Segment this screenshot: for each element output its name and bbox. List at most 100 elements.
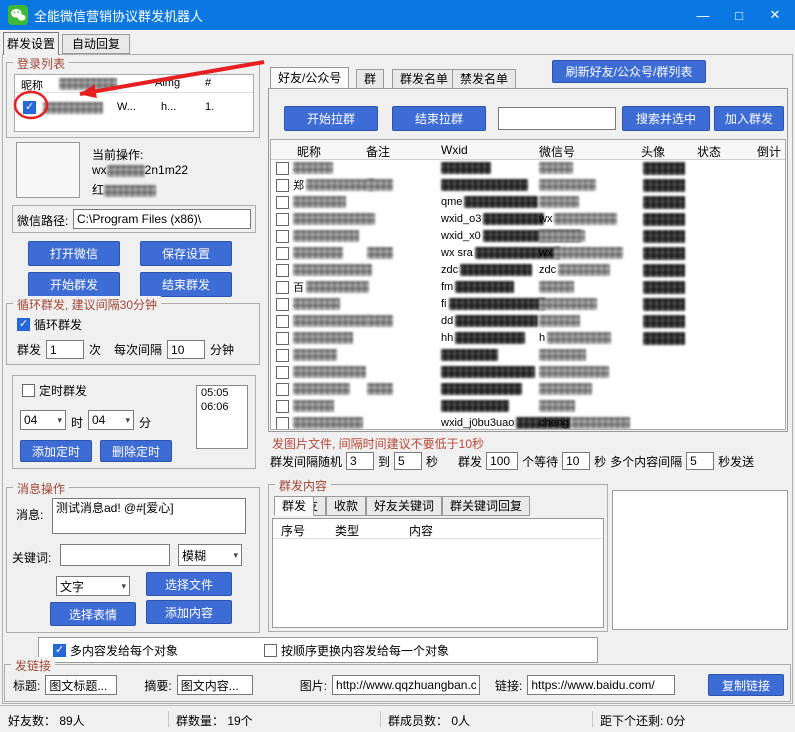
timer-send-checkbox-row[interactable]: 定时群发 — [22, 382, 87, 399]
minimize-button[interactable]: — — [685, 0, 721, 30]
join-send-button[interactable]: 加入群发 — [714, 106, 784, 131]
friend-row-checkbox[interactable] — [276, 162, 289, 175]
friend-row-checkbox[interactable] — [276, 213, 289, 226]
friend-table-row[interactable] — [271, 381, 785, 398]
friend-table-row[interactable] — [271, 160, 785, 177]
search-input[interactable] — [498, 107, 616, 130]
maximize-button[interactable]: □ — [721, 0, 757, 30]
friend-table-row[interactable]: 百fm — [271, 279, 785, 296]
friend-row-checkbox[interactable] — [276, 400, 289, 413]
friend-row-checkbox[interactable] — [276, 366, 289, 379]
friend-row-checkbox[interactable] — [276, 332, 289, 345]
friend-table-row[interactable]: 郑 — [271, 177, 785, 194]
timer-hour-select[interactable]: 04▾ — [20, 410, 66, 430]
timer-send-checkbox[interactable] — [22, 384, 35, 397]
friend-table-row[interactable] — [271, 364, 785, 381]
friend-table-row[interactable]: fi — [271, 296, 785, 313]
friend-row-checkbox[interactable] — [276, 179, 289, 192]
multi-content-option[interactable]: 多内容发给每个对象 — [53, 642, 178, 659]
tab-ban-list[interactable]: 禁发名单 — [452, 69, 516, 89]
loop-send-checkbox[interactable] — [17, 318, 30, 331]
friend-row-checkbox[interactable] — [276, 230, 289, 243]
search-select-button[interactable]: 搜索并选中 — [622, 106, 710, 131]
sequential-label: 按顺序更换内容发给每一个对象 — [281, 642, 449, 659]
link-image-input[interactable] — [332, 675, 480, 695]
batch-count-input[interactable] — [486, 452, 518, 470]
timer-time-item[interactable]: 06:06 — [197, 400, 247, 414]
tab-send-list[interactable]: 群发名单 — [392, 69, 456, 89]
friend-row-checkbox[interactable] — [276, 196, 289, 209]
tab-content-group-keyword-reply[interactable]: 群关键词回复 — [442, 496, 530, 516]
redacted-text — [455, 332, 525, 344]
sequential-checkbox[interactable] — [264, 644, 277, 657]
tab-content-send[interactable]: 群发 — [274, 496, 314, 516]
keyword-input[interactable] — [60, 544, 170, 566]
friend-row-checkbox[interactable] — [276, 281, 289, 294]
select-emoji-button[interactable]: 选择表情 — [50, 602, 136, 626]
tab-content-payment[interactable]: 收款 — [326, 496, 366, 516]
tab-friends-official[interactable]: 好友/公众号 — [270, 67, 349, 89]
friend-row-checkbox[interactable] — [276, 264, 289, 277]
multi-interval-input[interactable] — [686, 452, 714, 470]
select-file-button[interactable]: 选择文件 — [146, 572, 232, 596]
tab-groups[interactable]: 群 — [356, 69, 384, 89]
send-times-input[interactable] — [46, 340, 84, 359]
loop-interval-input[interactable] — [167, 340, 205, 359]
wait-label: 个等待 — [522, 453, 558, 470]
timer-minute-select[interactable]: 04▾ — [88, 410, 134, 430]
friend-row-checkbox[interactable] — [276, 247, 289, 260]
friend-table-row[interactable]: wxid_o3wx — [271, 211, 785, 228]
wechat-path-label: 微信路径: — [17, 212, 68, 229]
close-button[interactable]: ✕ — [757, 0, 793, 30]
tab-mass-send-settings[interactable]: 群发设置 — [3, 32, 59, 55]
friend-table-row[interactable] — [271, 398, 785, 415]
stop-mass-send-button[interactable]: 结束群发 — [140, 272, 232, 297]
link-url-input[interactable] — [527, 675, 675, 695]
wechat-path-input[interactable] — [73, 209, 251, 229]
timer-time-item[interactable]: 05:05 — [197, 386, 247, 400]
friend-row-checkbox[interactable] — [276, 417, 289, 430]
friend-cell: qme — [441, 195, 538, 209]
friend-row-checkbox[interactable] — [276, 383, 289, 396]
friend-table-row[interactable]: wx srawx — [271, 245, 785, 262]
interval-from-input[interactable] — [346, 452, 374, 470]
friend-row-checkbox[interactable] — [276, 315, 289, 328]
multi-content-checkbox[interactable] — [53, 644, 66, 657]
login-list[interactable]: 昵称 Almg # W... h... 1. — [14, 74, 254, 132]
sequential-option[interactable]: 按顺序更换内容发给每一个对象 — [264, 642, 449, 659]
start-pull-group-button[interactable]: 开始拉群 — [284, 106, 378, 131]
remove-timer-button[interactable]: 删除定时 — [100, 440, 172, 462]
add-timer-button[interactable]: 添加定时 — [20, 440, 92, 462]
link-title-input[interactable] — [45, 675, 117, 695]
tab-auto-reply[interactable]: 自动回复 — [62, 34, 130, 54]
loop-send-checkbox-row[interactable]: 循环群发 — [17, 316, 82, 333]
save-settings-button[interactable]: 保存设置 — [140, 241, 232, 266]
interval-to-input[interactable] — [394, 452, 422, 470]
message-textarea[interactable]: 测试消息ad! @#[爱心] — [52, 498, 246, 534]
friend-row-checkbox[interactable] — [276, 298, 289, 311]
start-mass-send-button[interactable]: 开始群发 — [28, 272, 120, 297]
open-wechat-button[interactable]: 打开微信 — [28, 241, 120, 266]
friend-table-row[interactable]: hhh — [271, 330, 785, 347]
friend-row-checkbox[interactable] — [276, 349, 289, 362]
friend-table-row[interactable]: zdczdc — [271, 262, 785, 279]
content-type-select[interactable]: 文字▾ — [56, 576, 130, 596]
friend-table-row[interactable]: dd — [271, 313, 785, 330]
add-content-button[interactable]: 添加内容 — [146, 600, 232, 624]
window-title: 全能微信营销协议群发机器人 — [34, 6, 203, 25]
friend-table-row[interactable]: qme — [271, 194, 785, 211]
timer-time-list[interactable]: 05:0506:06 — [196, 385, 248, 449]
copy-link-button[interactable]: 复制链接 — [708, 674, 784, 696]
match-mode-select[interactable]: 模糊▾ — [178, 544, 242, 566]
friend-table-row[interactable] — [271, 347, 785, 364]
friend-table-row[interactable]: wxid_j0bu3uaocheng — [271, 415, 785, 430]
friends-table[interactable]: 昵称 备注 Wxid 微信号 头像 状态 倒计 郑qmewxid_o3wxwxi… — [270, 139, 786, 430]
content-table[interactable]: 序号 类型 内容 — [272, 518, 604, 628]
login-account-checkbox[interactable] — [23, 101, 36, 114]
wait-seconds-input[interactable] — [562, 452, 590, 470]
refresh-list-button[interactable]: 刷新好友/公众号/群列表 — [552, 60, 706, 83]
tab-content-friend-keyword[interactable]: 好友关键词 — [366, 496, 442, 516]
friend-table-row[interactable]: wxid_x0 — [271, 228, 785, 245]
link-summary-input[interactable] — [177, 675, 253, 695]
end-pull-group-button[interactable]: 结束拉群 — [392, 106, 486, 131]
